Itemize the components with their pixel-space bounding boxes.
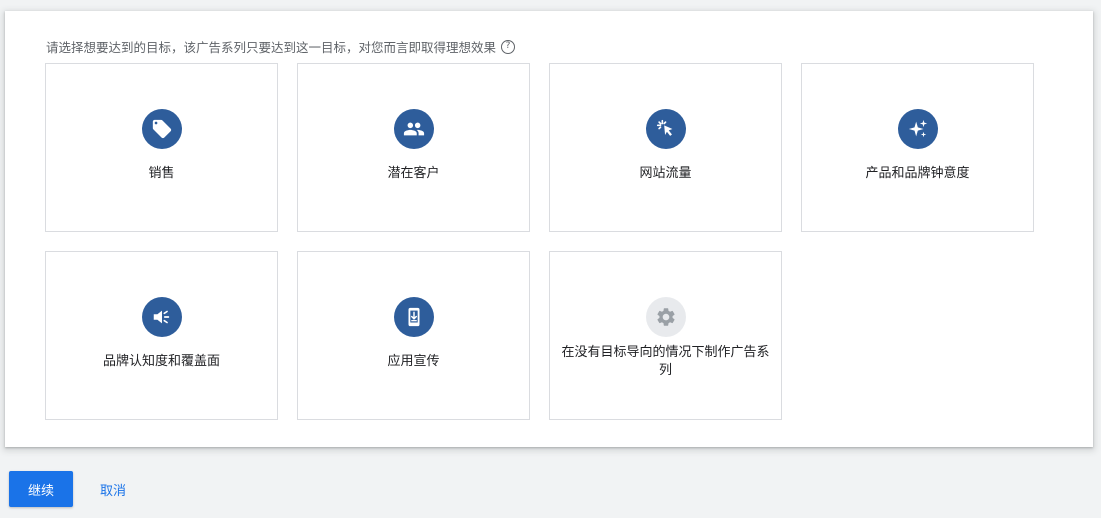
goal-label: 产品和品牌钟意度 (865, 166, 970, 181)
people-icon (393, 109, 434, 149)
goal-prompt: 请选择想要达到的目标，该广告系列只要达到这一目标，对您而言即取得理想效果 ? (46, 37, 516, 56)
goal-card-leads[interactable]: 潜在客户 (297, 63, 530, 232)
megaphone-icon (141, 297, 182, 337)
sparkle-icon (897, 109, 938, 149)
goal-card-brand-consideration[interactable]: 产品和品牌钟意度 (801, 63, 1034, 232)
goal-label: 销售 (148, 166, 175, 181)
goal-label: 潜在客户 (387, 166, 440, 181)
goal-label: 网站流量 (639, 166, 692, 181)
gear-icon (645, 297, 686, 337)
goal-card-app-promotion[interactable]: 应用宣传 (297, 251, 530, 420)
goal-card-sales[interactable]: 销售 (45, 63, 278, 232)
continue-button[interactable]: 继续 (9, 471, 73, 507)
goal-prompt-text: 请选择想要达到的目标，该广告系列只要达到这一目标，对您而言即取得理想效果 (46, 40, 497, 55)
help-icon[interactable]: ? (501, 39, 516, 54)
goal-label: 在没有目标导向的情况下制作广告系列 (561, 345, 770, 378)
goal-label: 应用宣传 (387, 354, 440, 369)
mobile-download-icon (393, 297, 434, 337)
cursor-click-icon (645, 109, 686, 149)
goal-label: 品牌认知度和覆盖面 (102, 354, 220, 369)
goal-selection-panel: 请选择想要达到的目标，该广告系列只要达到这一目标，对您而言即取得理想效果 ? 销… (5, 11, 1093, 447)
cancel-button[interactable]: 取消 (89, 471, 137, 507)
goal-card-brand-awareness[interactable]: 品牌认知度和覆盖面 (45, 251, 278, 420)
tag-icon (141, 109, 182, 149)
goal-card-website-traffic[interactable]: 网站流量 (549, 63, 782, 232)
goal-card-no-goal[interactable]: 在没有目标导向的情况下制作广告系列 (549, 251, 782, 420)
